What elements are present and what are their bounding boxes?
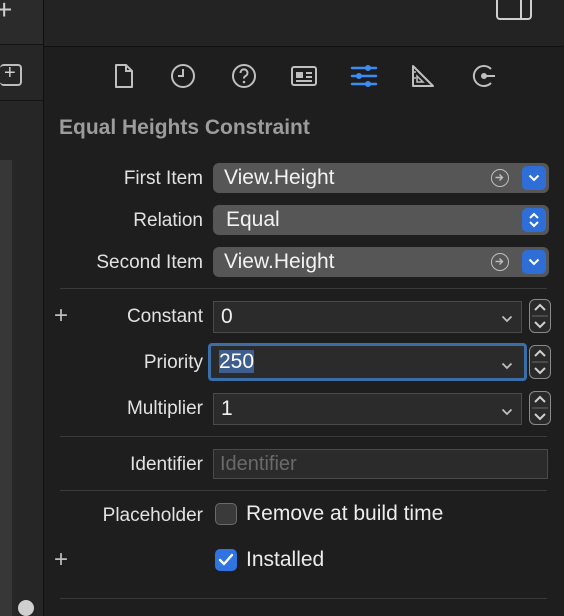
separator bbox=[60, 288, 547, 289]
first-item-value: View.Height bbox=[224, 166, 335, 189]
up-down-chevron-icon[interactable] bbox=[522, 208, 546, 232]
second-item-label: Second Item bbox=[96, 252, 203, 273]
constant-value: 0 bbox=[221, 305, 233, 328]
separator bbox=[60, 598, 547, 599]
relation-label: Relation bbox=[133, 210, 203, 231]
priority-label: Priority bbox=[143, 352, 203, 373]
identifier-field[interactable] bbox=[213, 449, 548, 479]
clock-icon bbox=[171, 64, 195, 88]
identifier-label: Identifier bbox=[130, 454, 203, 475]
section-title: Equal Heights Constraint bbox=[59, 116, 310, 139]
add-icon[interactable]: + bbox=[0, 0, 12, 24]
separator bbox=[60, 436, 547, 437]
connection-arrow-icon bbox=[472, 65, 495, 87]
remove-at-build-time-label: Remove at build time bbox=[246, 502, 444, 525]
multiplier-value: 1 bbox=[221, 397, 233, 420]
identity-card-icon bbox=[291, 66, 317, 86]
chevron-down-icon[interactable] bbox=[501, 403, 513, 421]
chevron-down-icon[interactable] bbox=[501, 310, 513, 328]
toggle-inspector-icon[interactable] bbox=[496, 0, 532, 20]
priority-value: 250 bbox=[219, 350, 255, 373]
file-inspector-tab[interactable] bbox=[108, 60, 140, 92]
remove-at-build-time-checkbox[interactable] bbox=[215, 503, 237, 525]
constant-field[interactable]: 0 bbox=[213, 301, 522, 333]
constant-stepper[interactable] bbox=[529, 299, 551, 333]
size-inspector-tab[interactable] bbox=[407, 60, 439, 92]
goto-arrow-icon[interactable] bbox=[491, 169, 509, 187]
placeholder-label: Placeholder bbox=[102, 505, 203, 526]
priority-field[interactable]: 250 bbox=[208, 343, 527, 381]
inspector-toolbar bbox=[44, 0, 564, 47]
chevron-down-icon[interactable] bbox=[522, 166, 546, 190]
multiplier-stepper[interactable] bbox=[529, 391, 551, 425]
connections-inspector-tab[interactable] bbox=[468, 60, 500, 92]
relation-popup[interactable]: Equal bbox=[213, 205, 549, 235]
multiplier-field[interactable]: 1 bbox=[213, 393, 522, 425]
ruler-icon bbox=[412, 65, 434, 87]
goto-arrow-icon[interactable] bbox=[491, 253, 509, 271]
second-item-value: View.Height bbox=[224, 250, 335, 273]
constant-label: Constant bbox=[126, 306, 203, 327]
help-icon bbox=[232, 64, 256, 88]
multiplier-label: Multiplier bbox=[126, 398, 203, 419]
first-item-label: First Item bbox=[123, 168, 203, 189]
sliders-icon bbox=[350, 65, 378, 87]
add-item-icon[interactable]: + bbox=[0, 62, 22, 86]
history-inspector-tab[interactable] bbox=[167, 60, 199, 92]
checkmark-icon bbox=[218, 553, 234, 566]
chevron-down-icon[interactable] bbox=[501, 357, 513, 375]
installed-label: Installed bbox=[246, 548, 325, 571]
attributes-inspector-tab[interactable] bbox=[348, 60, 380, 92]
identity-inspector-tab[interactable] bbox=[288, 60, 320, 92]
installed-checkbox[interactable] bbox=[215, 549, 237, 571]
quick-help-tab[interactable] bbox=[228, 60, 260, 92]
document-icon bbox=[115, 64, 133, 88]
relation-value: Equal bbox=[226, 208, 280, 231]
separator bbox=[60, 490, 547, 491]
scroll-knob[interactable] bbox=[18, 600, 34, 616]
priority-stepper[interactable] bbox=[529, 345, 551, 379]
chevron-down-icon[interactable] bbox=[522, 250, 546, 274]
add-variation-icon[interactable]: + bbox=[54, 546, 68, 574]
